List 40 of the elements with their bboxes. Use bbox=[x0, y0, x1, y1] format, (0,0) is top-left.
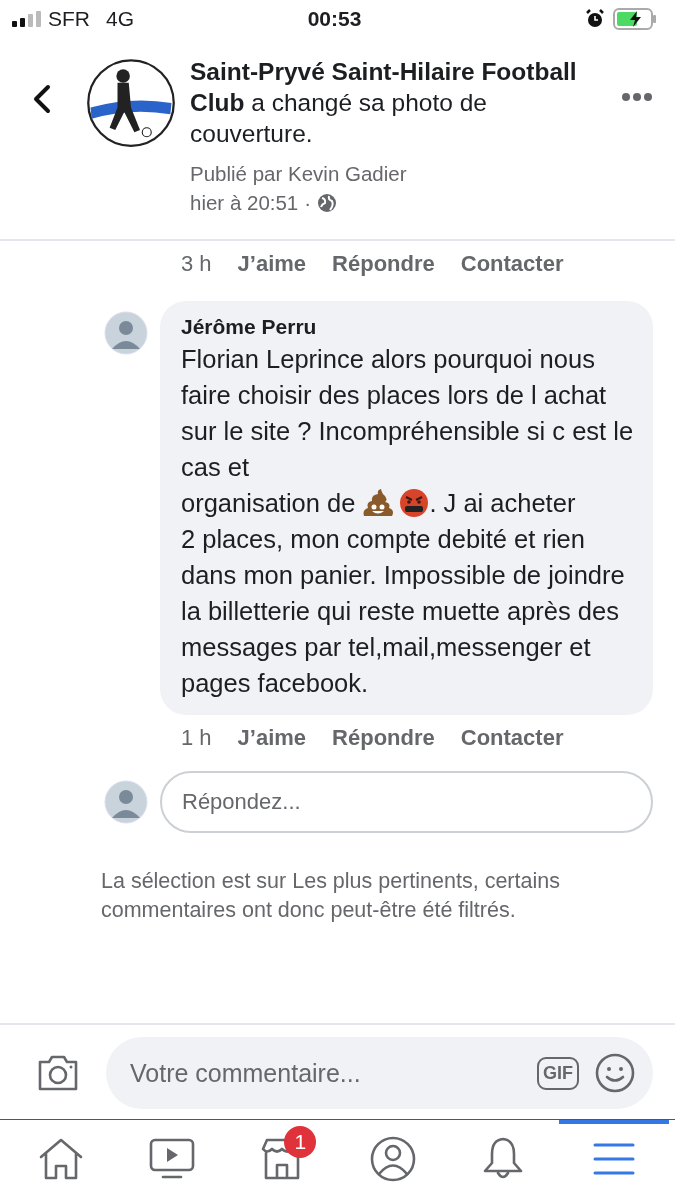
tab[interactable]: 1 bbox=[227, 1120, 338, 1200]
post-time: hier à 20:51 bbox=[190, 190, 299, 216]
reply-link[interactable]: Répondre bbox=[332, 725, 435, 751]
contact-link[interactable]: Contacter bbox=[460, 725, 564, 751]
clock-time: 00:53 bbox=[307, 7, 362, 30]
comment-text: . J ai acheter bbox=[429, 488, 576, 519]
contact-link[interactable]: Contacter bbox=[460, 251, 564, 277]
home-icon bbox=[38, 1137, 85, 1181]
battery-icon bbox=[613, 8, 657, 30]
like-link[interactable]: J’aime bbox=[237, 251, 307, 277]
emoji-icon[interactable] bbox=[595, 1053, 635, 1093]
filter-note: La sélection est sur Les plus pertinents, certains commentaires ont donc peut-être été filtrés. bbox=[101, 868, 561, 924]
comment-age: 1 h bbox=[181, 725, 212, 751]
gif-button[interactable]: GIF bbox=[537, 1056, 579, 1090]
poop-icon bbox=[361, 488, 396, 518]
comment-field[interactable]: Votre commentaire... GIF bbox=[106, 1037, 653, 1109]
angry-face-icon bbox=[399, 488, 430, 518]
profile-icon bbox=[368, 1135, 417, 1183]
menu-icon bbox=[592, 1142, 635, 1176]
like-link[interactable]: J’aime bbox=[237, 725, 307, 751]
avatar-icon bbox=[104, 311, 148, 355]
comment-age: 3 h bbox=[181, 251, 212, 277]
comment-text: organisation de bbox=[181, 488, 356, 519]
comment-text: 2 places, mon compte debité et rien dans mon panier. Impossible de joindre la billetterie qui reste muette après des messages par tel,mail,messenger et pages facebook. bbox=[181, 524, 626, 699]
reply-field[interactable]: Répondez... bbox=[160, 771, 653, 833]
carrier-name: SFR bbox=[48, 7, 90, 31]
avatar-icon bbox=[104, 780, 148, 824]
alarm-icon bbox=[585, 9, 605, 29]
globe-icon bbox=[317, 192, 338, 213]
network-type: 4G bbox=[106, 7, 134, 31]
author-line: Publié par Kevin Gadier bbox=[190, 161, 407, 187]
camera-icon[interactable] bbox=[36, 1054, 80, 1092]
notification-badge: 1 bbox=[284, 1126, 317, 1158]
signal-icon bbox=[12, 11, 42, 27]
post-title: Saint-Pryvé Saint-Hilaire Football Club a changé sa photo de couverture. bbox=[190, 57, 578, 149]
separator-dot: · bbox=[304, 190, 312, 216]
reply-link[interactable]: Répondre bbox=[332, 251, 435, 277]
more-icon[interactable] bbox=[621, 92, 653, 102]
comment-author[interactable]: Jérôme Perru bbox=[181, 315, 317, 339]
video-icon bbox=[148, 1138, 195, 1180]
